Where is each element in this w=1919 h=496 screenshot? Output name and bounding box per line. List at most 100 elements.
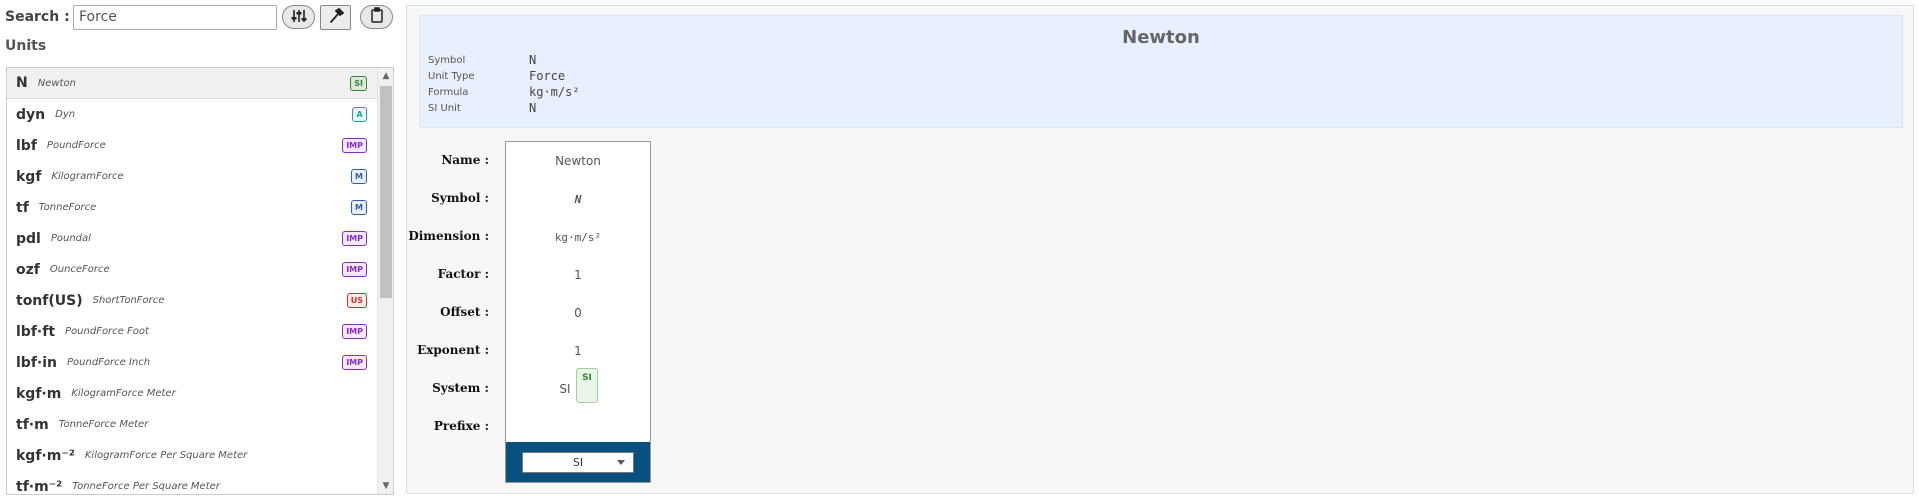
unit-system-badge: IMP (342, 231, 367, 246)
meta-value: N (529, 101, 537, 115)
unit-system-badge: IMP (342, 138, 367, 153)
clipboard-button[interactable] (360, 5, 393, 29)
unit-system-badge: SI (350, 76, 367, 91)
unit-system-badge: M (351, 200, 367, 215)
meta-key: Unit Type (428, 70, 475, 82)
unit-name: PoundForce (46, 140, 106, 151)
symbol-value: N (574, 192, 582, 206)
detail-labels: Name : Symbol : Dimension : Factor : Off… (407, 141, 489, 445)
meta-key: Formula (428, 86, 469, 98)
meta-row: Formula kg·m/s² (428, 84, 580, 100)
tools-button[interactable] (320, 5, 351, 30)
meta-row: Symbol N (428, 52, 580, 68)
scroll-up-icon[interactable]: ▲ (378, 68, 393, 84)
unit-list-item[interactable]: tf TonneForce M (7, 192, 377, 223)
system-badge: SI (576, 368, 598, 403)
unit-name: Newton (37, 77, 76, 89)
unit-system-badge: A (352, 107, 367, 122)
unit-list-item[interactable]: dyn Dyn A (7, 99, 377, 130)
search-label: Search : (5, 9, 70, 25)
unit-symbol: lbf·ft (16, 323, 56, 340)
unit-symbol: kgf·m (16, 385, 62, 402)
unit-symbol: ozf (16, 261, 40, 278)
unit-name: ShortTonForce (92, 295, 165, 306)
unit-name: PoundForce Inch (67, 357, 151, 368)
unit-system-badge: US (346, 293, 367, 308)
exponent-label: Exponent : (417, 343, 489, 357)
sliders-icon (290, 8, 308, 27)
meta-key: SI Unit (428, 102, 461, 114)
scroll-thumb[interactable] (380, 86, 392, 298)
meta-value: Force (529, 69, 566, 83)
prefixe-selected-value: SI (572, 455, 584, 469)
name-value: Newton (555, 154, 601, 168)
unit-symbol: pdl (16, 230, 41, 247)
chevron-down-icon (617, 459, 625, 465)
symbol-label: Symbol : (431, 191, 489, 205)
unit-symbol: tonf(US) (16, 292, 83, 309)
unit-list-item[interactable]: lbf·ft PoundForce Foot IMP (7, 316, 377, 347)
unit-list-item[interactable]: kgf·m⁻² KilogramForce Per Square Meter (7, 440, 377, 471)
meta-value: N (529, 53, 537, 67)
list-scrollbar[interactable]: ▲ ▼ (377, 68, 393, 494)
system-label: System : (432, 381, 489, 395)
exponent-value: 1 (574, 344, 582, 358)
unit-system-badge: M (351, 169, 367, 184)
unit-symbol: N (16, 75, 28, 91)
unit-list-item[interactable]: tf·m TonneForce Meter (7, 409, 377, 440)
offset-label: Offset : (440, 305, 489, 319)
meta-row: Unit Type Force (428, 68, 580, 84)
units-heading: Units (5, 38, 47, 54)
unit-name: KilogramForce (51, 171, 124, 182)
unit-list-item[interactable]: pdl Poundal IMP (7, 223, 377, 254)
unit-list-item[interactable]: lbf PoundForce IMP (7, 130, 377, 161)
unit-list-item[interactable]: kgf KilogramForce M (7, 161, 377, 192)
system-value-cell: SI SI (506, 368, 650, 408)
unit-list-item[interactable]: ozf OunceForce IMP (7, 254, 377, 285)
unit-symbol: lbf·in (16, 354, 57, 371)
unit-system-badge: IMP (342, 262, 367, 277)
unit-name: OunceForce (49, 264, 110, 275)
prefixe-label: Prefixe : (433, 419, 489, 433)
dimension-label: Dimension : (408, 229, 489, 243)
unit-list-item[interactable]: lbf·in PoundForce Inch IMP (7, 347, 377, 378)
unit-symbol: tf·m (16, 416, 49, 433)
dimension-value: kg·m/s² (554, 230, 602, 244)
unit-detail-box: Newton N kg·m/s² 1 0 1 SI SI SI (505, 141, 651, 483)
unit-list-item[interactable]: tonf(US) ShortTonForce US (7, 285, 377, 316)
unit-symbol: tf·m⁻² (16, 478, 63, 495)
prefixe-select[interactable]: SI (522, 451, 634, 473)
unit-name: Dyn (55, 109, 76, 120)
unit-symbol: tf (16, 199, 29, 216)
unit-name: TonneForce Per Square Meter (72, 481, 220, 492)
unit-symbol: kgf (16, 168, 42, 185)
meta-key: Symbol (428, 54, 466, 66)
unit-title: Newton (1122, 27, 1200, 48)
unit-name: PoundForce Foot (65, 326, 149, 337)
filter-button[interactable] (282, 5, 315, 29)
unit-symbol: lbf (16, 137, 37, 154)
unit-name: KilogramForce Per Square Meter (84, 450, 248, 461)
unit-list-item[interactable]: kgf·m KilogramForce Meter (7, 378, 377, 409)
offset-value: 0 (574, 306, 582, 320)
meta-row: SI Unit N (428, 100, 580, 116)
unit-name: Poundal (50, 233, 91, 244)
clipboard-icon (370, 7, 384, 27)
factor-label: Factor : (437, 267, 489, 281)
unit-detail-panel: Newton Symbol N Unit Type Force Formula … (406, 5, 1914, 494)
units-panel: Search : Units N Newton SI dyn Dyn Albf PoundF… (0, 0, 400, 496)
meta-value: kg·m/s² (529, 85, 580, 99)
unit-system-badge: IMP (342, 355, 367, 370)
unit-symbol: dyn (16, 106, 46, 123)
unit-meta: Symbol N Unit Type Force Formula kg·m/s²… (428, 52, 580, 116)
unit-list-item[interactable]: tf·m⁻² TonneForce Per Square Meter (7, 471, 377, 495)
unit-symbol: kgf·m⁻² (16, 447, 75, 464)
units-list[interactable]: N Newton SI dyn Dyn Albf PoundForce IMP kgf Kilog… (6, 67, 394, 495)
prefixe-band: SI (506, 442, 650, 482)
search-input[interactable] (73, 4, 277, 30)
search-row: Search : (5, 4, 277, 30)
system-value: SI (559, 382, 571, 396)
factor-value: 1 (574, 268, 582, 282)
scroll-down-icon[interactable]: ▼ (378, 478, 393, 494)
unit-list-item[interactable]: N Newton SI (7, 68, 377, 99)
